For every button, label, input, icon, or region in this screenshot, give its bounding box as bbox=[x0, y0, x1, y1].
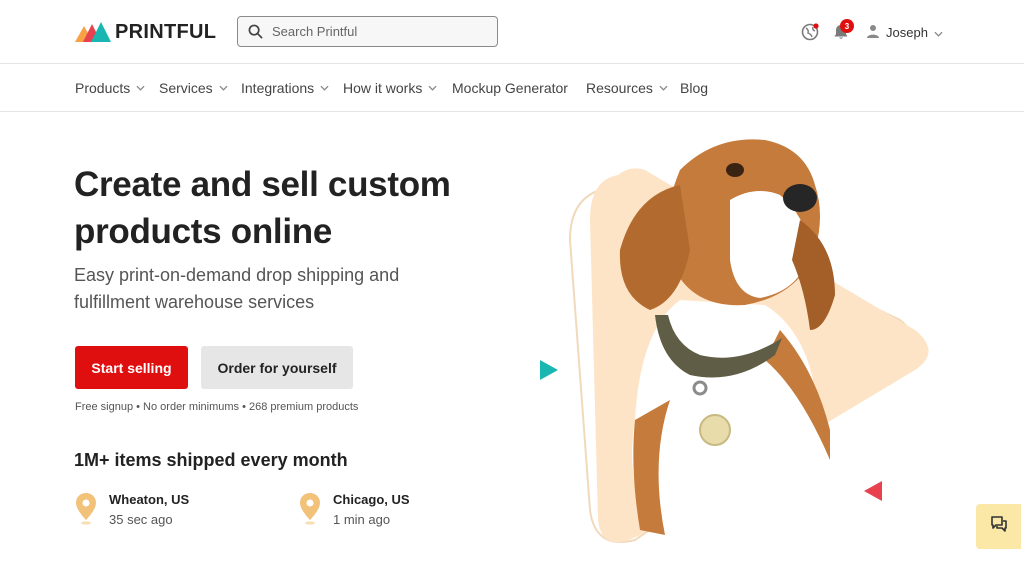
nav-item-label: Products bbox=[75, 80, 131, 96]
hero-subtitle-line: fulfillment warehouse services bbox=[74, 292, 315, 312]
start-selling-button[interactable]: Start selling bbox=[75, 346, 188, 389]
nav-item-mockup-generator[interactable]: Mockup Generator bbox=[452, 80, 568, 96]
recent-order-location: Chicago, US 1 min ago bbox=[299, 492, 410, 527]
nav-item-label: Blog bbox=[680, 80, 709, 96]
logo-text: PRINTFUL bbox=[115, 20, 217, 43]
chat-widget-button[interactable] bbox=[976, 504, 1021, 549]
location-city: Wheaton, US bbox=[109, 492, 190, 507]
hero-title-line: products online bbox=[74, 212, 333, 251]
signup-meta-text: Free signup • No order minimums • 268 pr… bbox=[75, 401, 359, 413]
chevron-down-icon bbox=[659, 85, 668, 91]
nav-item-products[interactable]: Products bbox=[75, 80, 145, 96]
chevron-down-icon bbox=[428, 85, 437, 91]
location-pin-icon bbox=[75, 492, 97, 526]
chevron-down-icon bbox=[320, 85, 329, 91]
hero-title-line: Create and sell custom bbox=[74, 165, 451, 204]
nav-item-services[interactable]: Services bbox=[159, 80, 228, 96]
shipped-headline: 1M+ items shipped every month bbox=[74, 450, 348, 470]
recent-order-location: Wheaton, US 35 sec ago bbox=[75, 492, 189, 527]
chat-icon bbox=[990, 515, 1008, 538]
nav-item-resources[interactable]: Resources bbox=[586, 80, 668, 96]
nav-item-how-it-works[interactable]: How it works bbox=[343, 80, 437, 96]
nav-item-label: How it works bbox=[343, 80, 423, 96]
chevron-down-icon bbox=[934, 25, 943, 40]
printful-logo[interactable]: PRINTFUL bbox=[75, 20, 216, 44]
hero-subtitle: Easy print-on-demand drop shipping and f… bbox=[74, 262, 494, 316]
chevron-down-icon bbox=[136, 85, 145, 91]
search-box[interactable] bbox=[237, 16, 498, 47]
nav-item-label: Services bbox=[159, 80, 213, 96]
globe-icon[interactable] bbox=[800, 22, 820, 42]
user-icon bbox=[866, 24, 880, 41]
notification-badge: 3 bbox=[840, 19, 854, 33]
hero-title: Create and sell custom products online bbox=[74, 161, 514, 255]
search-icon[interactable] bbox=[238, 17, 272, 46]
hero-subtitle-line: Easy print-on-demand drop shipping and bbox=[74, 265, 400, 285]
nav-item-label: Mockup Generator bbox=[452, 80, 568, 96]
nav-item-blog[interactable]: Blog bbox=[680, 80, 708, 96]
location-city: Chicago, US bbox=[333, 492, 410, 507]
nav-item-integrations[interactable]: Integrations bbox=[241, 80, 329, 96]
location-time: 35 sec ago bbox=[109, 512, 173, 527]
nav-item-label: Resources bbox=[586, 80, 653, 96]
search-input[interactable] bbox=[272, 24, 482, 39]
chevron-down-icon bbox=[219, 85, 228, 91]
logo-mark-icon bbox=[75, 22, 111, 42]
user-name: Joseph bbox=[886, 24, 928, 40]
hero-illustration bbox=[530, 130, 950, 560]
user-menu[interactable]: Joseph bbox=[866, 22, 943, 42]
order-for-yourself-button[interactable]: Order for yourself bbox=[201, 346, 353, 389]
nav-item-label: Integrations bbox=[241, 80, 315, 96]
top-header: PRINTFUL 3 Jose bbox=[0, 0, 1024, 64]
location-pin-icon bbox=[299, 492, 321, 526]
teal-triangle-decoration bbox=[540, 360, 558, 385]
main-nav: Products Services Integrations How it wo… bbox=[0, 65, 1024, 112]
red-triangle-decoration bbox=[864, 481, 882, 506]
location-time: 1 min ago bbox=[333, 512, 391, 527]
